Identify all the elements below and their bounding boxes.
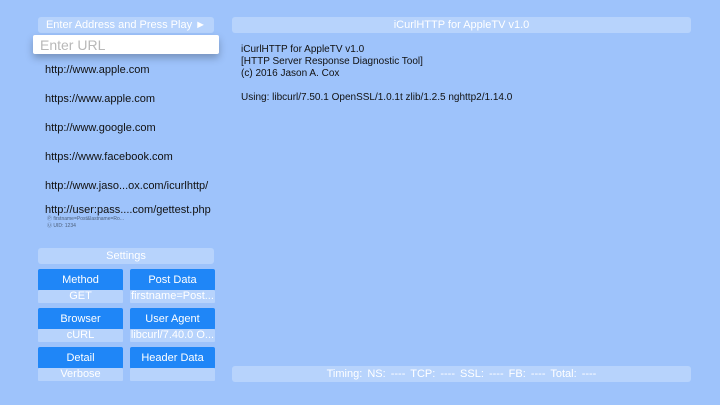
main-title: iCurlHTTP for AppleTV v1.0 xyxy=(232,17,691,33)
settings-header: Settings xyxy=(38,248,214,264)
detail-value: Verbose xyxy=(38,368,123,381)
url-uid-detail: Ⓤ UID: 1234 xyxy=(47,223,76,229)
info-line-copyright: (c) 2016 Jason A. Cox xyxy=(241,68,340,79)
method-value: GET xyxy=(38,290,123,303)
post-data-value: firstname=Post... xyxy=(130,290,215,303)
info-line-libraries: Using: libcurl/7.50.1 OpenSSL/1.0.1t zli… xyxy=(241,92,513,103)
method-button[interactable]: Method xyxy=(38,269,123,291)
post-data-button[interactable]: Post Data xyxy=(130,269,215,291)
timing-status: Timing: NS: ---- TCP: ---- SSL: ---- FB:… xyxy=(232,366,691,382)
info-line-blank xyxy=(241,80,512,92)
url-item-apple-https[interactable]: https://www.apple.com xyxy=(45,93,155,105)
url-item-apple-http[interactable]: http://www.apple.com xyxy=(45,64,150,76)
info-line-description: [HTTP Server Response Diagnostic Tool] xyxy=(241,56,423,67)
header-data-button[interactable]: Header Data xyxy=(130,347,215,369)
detail-button[interactable]: Detail xyxy=(38,347,123,369)
url-item-facebook[interactable]: https://www.facebook.com xyxy=(45,151,173,163)
url-input[interactable] xyxy=(33,35,219,54)
url-item-google[interactable]: http://www.google.com xyxy=(45,122,156,134)
url-item-gettest[interactable]: http://user:pass....com/gettest.php xyxy=(45,204,211,216)
header-data-value xyxy=(130,368,215,381)
url-post-data-detail: Ⓟ firstname=Post&lastname=Ro... xyxy=(47,216,124,222)
browser-button[interactable]: Browser xyxy=(38,308,123,330)
address-header: Enter Address and Press Play ► xyxy=(38,17,214,33)
response-output: iCurlHTTP for AppleTV v1.0 [HTTP Server … xyxy=(241,44,512,104)
url-item-icurlhttp[interactable]: http://www.jaso...ox.com/icurlhttp/ xyxy=(45,180,208,192)
browser-value: cURL xyxy=(38,329,123,342)
info-line-app: iCurlHTTP for AppleTV v1.0 xyxy=(241,44,365,55)
user-agent-value: libcurl/7.40.0 O... xyxy=(130,329,215,342)
user-agent-button[interactable]: User Agent xyxy=(130,308,215,330)
